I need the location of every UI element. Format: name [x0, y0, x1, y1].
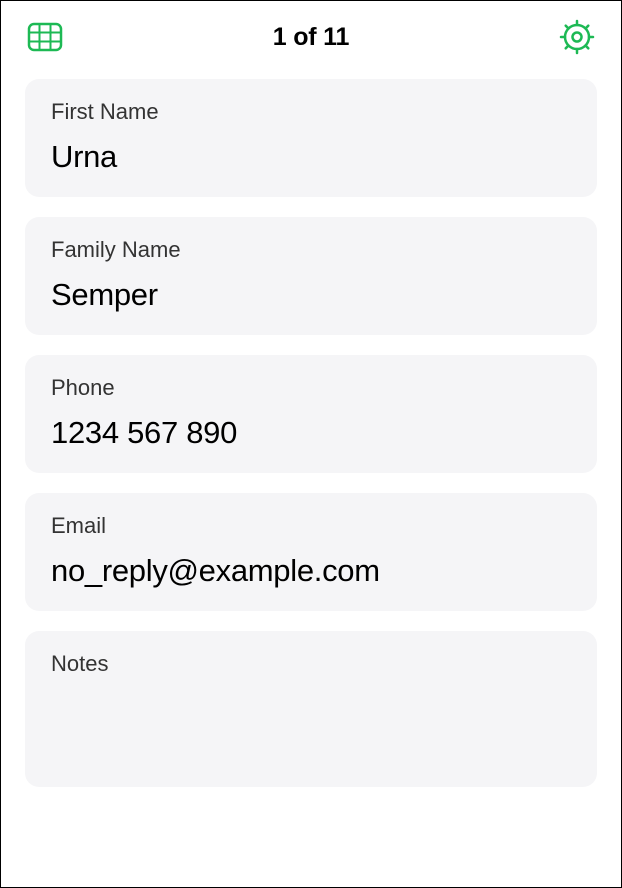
first-name-card: First Name: [25, 79, 597, 197]
notes-card: Notes: [25, 631, 597, 787]
first-name-input[interactable]: [51, 139, 571, 175]
phone-card: Phone: [25, 355, 597, 473]
grid-icon: [27, 22, 63, 52]
gear-icon: [559, 19, 595, 55]
first-name-label: First Name: [51, 99, 571, 125]
page-indicator: 1 of 11: [273, 23, 349, 52]
email-card: Email: [25, 493, 597, 611]
email-label: Email: [51, 513, 571, 539]
settings-button[interactable]: [557, 17, 597, 57]
phone-label: Phone: [51, 375, 571, 401]
header: 1 of 11: [1, 1, 621, 79]
phone-input[interactable]: [51, 415, 571, 451]
family-name-card: Family Name: [25, 217, 597, 335]
form-container: First Name Family Name Phone Email Notes: [1, 79, 621, 787]
email-input[interactable]: [51, 553, 571, 589]
family-name-label: Family Name: [51, 237, 571, 263]
grid-button[interactable]: [25, 17, 65, 57]
family-name-input[interactable]: [51, 277, 571, 313]
notes-label: Notes: [51, 651, 571, 677]
notes-input[interactable]: [51, 691, 571, 727]
